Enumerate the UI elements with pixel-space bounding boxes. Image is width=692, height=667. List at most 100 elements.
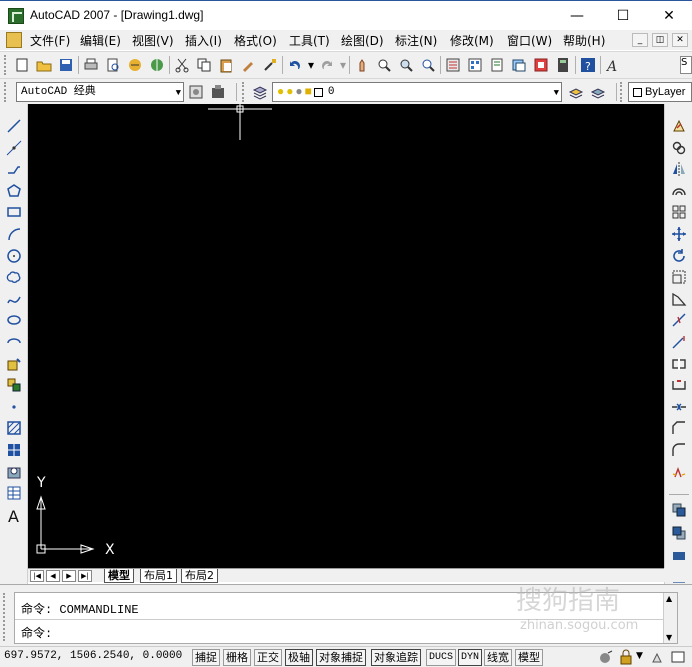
last-tab-icon[interactable]: ▶|	[78, 570, 92, 582]
toolbar-grip[interactable]	[242, 82, 246, 102]
my-workspace-icon[interactable]	[208, 82, 228, 102]
match-properties-icon[interactable]	[238, 55, 258, 75]
offset-icon[interactable]	[669, 181, 689, 201]
tab-layout1[interactable]: 布局1	[140, 569, 177, 583]
paste-icon[interactable]	[216, 55, 236, 75]
sheet-set-icon[interactable]	[509, 55, 529, 75]
pan-icon[interactable]	[352, 55, 372, 75]
polygon-icon[interactable]	[4, 181, 24, 201]
copy-clip-icon[interactable]	[194, 55, 214, 75]
menu-format[interactable]: 格式(O)	[234, 32, 277, 49]
redo-icon[interactable]	[317, 55, 337, 75]
toolbar-grip[interactable]	[620, 82, 624, 102]
publish-icon[interactable]	[125, 55, 145, 75]
menu-view[interactable]: 视图(V)	[132, 32, 174, 49]
menu-insert[interactable]: 插入(I)	[185, 32, 222, 49]
block-editor-icon[interactable]	[260, 55, 280, 75]
tab-model[interactable]: 模型	[104, 569, 134, 583]
point-icon[interactable]	[4, 397, 24, 417]
rectangle-icon[interactable]	[4, 202, 24, 222]
ellipse-arc-icon[interactable]	[4, 332, 24, 352]
new-icon[interactable]	[12, 55, 32, 75]
command-prompt[interactable]: 命令:	[21, 624, 52, 641]
move-icon[interactable]	[669, 224, 689, 244]
lineweight-toggle[interactable]: 线宽	[484, 649, 512, 666]
region-icon[interactable]	[4, 462, 24, 482]
tool-palettes-icon[interactable]	[487, 55, 507, 75]
next-tab-icon[interactable]: ▶	[62, 570, 76, 582]
menu-file[interactable]: 文件(F)	[30, 32, 70, 49]
open-icon[interactable]	[34, 55, 54, 75]
erase-icon[interactable]	[669, 116, 689, 136]
properties-icon[interactable]	[443, 55, 463, 75]
break-icon[interactable]	[669, 375, 689, 395]
doc-restore-button[interactable]: ◫	[652, 33, 668, 47]
join-icon[interactable]	[669, 397, 689, 417]
spline-icon[interactable]	[4, 289, 24, 309]
print-icon[interactable]	[81, 55, 101, 75]
menu-dimension[interactable]: 标注(N)	[395, 32, 437, 49]
scroll-down-icon[interactable]: ▼	[666, 633, 672, 642]
fillet-icon[interactable]	[669, 440, 689, 460]
grid-toggle[interactable]: 栅格	[223, 649, 251, 666]
layer-previous-icon[interactable]	[588, 82, 608, 102]
construction-line-icon[interactable]	[4, 138, 24, 158]
markup-set-icon[interactable]	[531, 55, 551, 75]
draw-order-back-icon[interactable]	[669, 523, 689, 543]
close-button[interactable]: ✕	[646, 1, 692, 31]
scroll-up-icon[interactable]: ▲	[666, 594, 672, 603]
tab-layout2[interactable]: 布局2	[181, 569, 218, 583]
undo-dropdown-icon[interactable]: ▾	[307, 55, 315, 75]
workspace-settings-icon[interactable]	[186, 82, 206, 102]
save-icon[interactable]	[56, 55, 76, 75]
undo-icon[interactable]	[285, 55, 305, 75]
insert-block-icon[interactable]	[4, 354, 24, 374]
copy-icon[interactable]	[669, 138, 689, 158]
zoom-realtime-icon[interactable]	[374, 55, 394, 75]
command-window-grip[interactable]	[3, 593, 9, 641]
explode-icon[interactable]	[669, 462, 689, 482]
print-preview-icon[interactable]	[103, 55, 123, 75]
menu-tools[interactable]: 工具(T)	[289, 32, 330, 49]
menu-window[interactable]: 窗口(W)	[507, 32, 552, 49]
communication-center-icon[interactable]	[596, 647, 616, 667]
hatch-icon[interactable]	[4, 418, 24, 438]
stretch-icon[interactable]	[669, 289, 689, 309]
polyline-icon[interactable]	[4, 159, 24, 179]
toolbar-lock-icon[interactable]	[616, 647, 636, 667]
make-block-icon[interactable]	[4, 375, 24, 395]
clean-screen-icon[interactable]	[668, 647, 688, 667]
text-style-icon[interactable]: A	[603, 55, 623, 75]
dyn-toggle[interactable]: DYN	[458, 649, 483, 666]
revision-cloud-icon[interactable]	[4, 267, 24, 287]
rotate-icon[interactable]	[669, 246, 689, 266]
extend-icon[interactable]	[669, 332, 689, 352]
coordinate-readout[interactable]: 697.9572, 1506.2540, 0.0000	[4, 650, 182, 662]
ellipse-icon[interactable]	[4, 310, 24, 330]
doc-close-button[interactable]: ✕	[672, 33, 688, 47]
autocad-app-icon[interactable]	[8, 8, 24, 24]
break-at-point-icon[interactable]	[669, 354, 689, 374]
mirror-icon[interactable]	[669, 159, 689, 179]
menu-edit[interactable]: 编辑(E)	[80, 32, 121, 49]
circle-icon[interactable]	[4, 246, 24, 266]
trim-icon[interactable]	[669, 310, 689, 330]
layer-combo[interactable]: ● ● ● ■ 0 ▼	[272, 82, 562, 102]
color-combo[interactable]: ByLayer	[628, 82, 692, 102]
text-style-combo[interactable]: S	[680, 56, 692, 74]
polar-toggle[interactable]: 极轴	[285, 649, 313, 666]
menu-draw[interactable]: 绘图(D)	[341, 32, 384, 49]
zoom-window-icon[interactable]	[396, 55, 416, 75]
redo-dropdown-icon[interactable]: ▾	[339, 55, 347, 75]
toolbar-grip[interactable]	[4, 82, 8, 102]
maximize-button[interactable]: ☐	[600, 1, 646, 31]
otrack-toggle[interactable]: 对象追踪	[371, 649, 421, 666]
tray-settings-icon[interactable]	[648, 647, 668, 667]
chamfer-icon[interactable]	[669, 418, 689, 438]
menu-help[interactable]: 帮助(H)	[563, 32, 605, 49]
prev-tab-icon[interactable]: ◀	[46, 570, 60, 582]
toolbar-grip[interactable]	[4, 55, 8, 75]
workspace-combo[interactable]: AutoCAD 经典 ▼	[16, 82, 184, 102]
help-icon[interactable]: ?	[578, 55, 598, 75]
line-icon[interactable]	[4, 116, 24, 136]
